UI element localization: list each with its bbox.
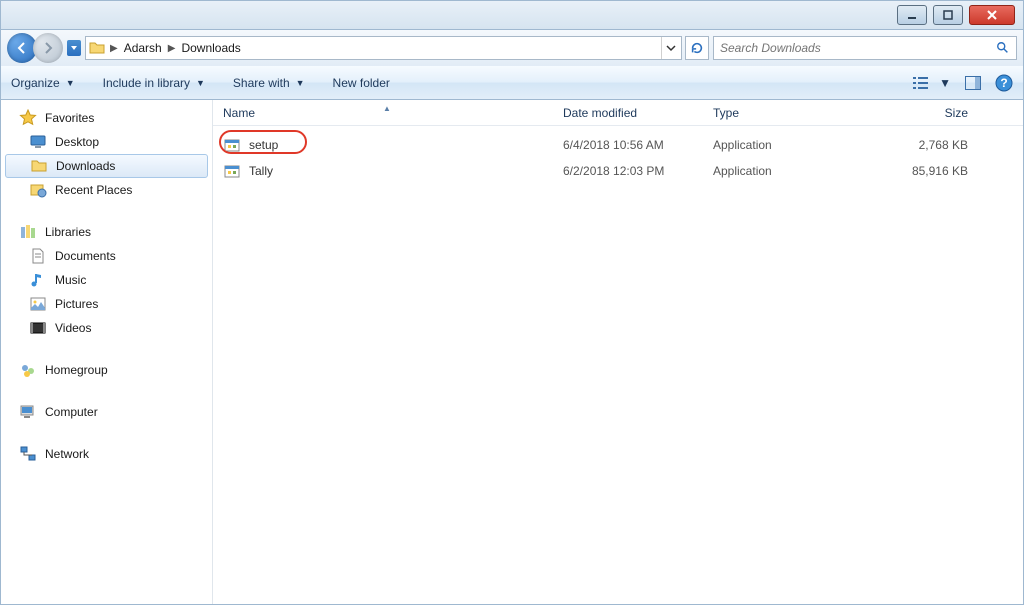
- sidebar-item-pictures[interactable]: Pictures: [1, 292, 212, 316]
- libraries-header[interactable]: Libraries: [1, 220, 212, 244]
- breadcrumb-segment[interactable]: Downloads: [179, 41, 242, 55]
- address-bar[interactable]: ▶ Adarsh ▶ Downloads: [85, 36, 682, 60]
- navigation-pane: Favorites Desktop Downloads Recent Place…: [1, 100, 213, 604]
- minimize-button[interactable]: [897, 5, 927, 25]
- window-titlebar: [0, 0, 1024, 30]
- column-header-date[interactable]: Date modified: [553, 106, 703, 120]
- sidebar-item-downloads[interactable]: Downloads: [5, 154, 208, 178]
- share-with-menu[interactable]: Share with ▼: [233, 76, 305, 90]
- breadcrumb-segment[interactable]: Adarsh: [122, 41, 164, 55]
- include-label: Include in library: [103, 76, 190, 90]
- sidebar-item-label: Desktop: [55, 135, 99, 149]
- file-row[interactable]: Tally 6/2/2018 12:03 PM Application 85,9…: [213, 158, 1023, 184]
- share-label: Share with: [233, 76, 290, 90]
- recent-icon: [29, 181, 47, 199]
- network-icon: [19, 445, 37, 463]
- file-size: 2,768 KB: [858, 138, 978, 152]
- sort-ascending-icon: ▲: [383, 104, 391, 113]
- address-dropdown-button[interactable]: [661, 37, 679, 59]
- application-icon: [223, 162, 241, 180]
- search-icon: [996, 41, 1010, 55]
- new-folder-button[interactable]: New folder: [333, 76, 390, 90]
- file-name: Tally: [249, 164, 273, 178]
- chevron-down-icon: ▼: [196, 78, 205, 88]
- svg-text:?: ?: [1000, 76, 1007, 90]
- chevron-down-icon: ▼: [296, 78, 305, 88]
- favorites-header[interactable]: Favorites: [1, 106, 212, 130]
- file-type: Application: [703, 138, 858, 152]
- new-folder-label: New folder: [333, 76, 390, 90]
- music-icon: [29, 271, 47, 289]
- recent-locations-button[interactable]: [67, 40, 81, 56]
- sidebar-item-recent-places[interactable]: Recent Places: [1, 178, 212, 202]
- videos-icon: [29, 319, 47, 337]
- breadcrumb-separator-icon: ▶: [168, 43, 176, 54]
- column-header-size[interactable]: Size: [858, 106, 978, 120]
- homegroup-icon: [19, 361, 37, 379]
- libraries-icon: [19, 223, 37, 241]
- sidebar-item-homegroup[interactable]: Homegroup: [1, 358, 212, 382]
- file-list: Name ▲ Date modified Type Size setup 6/4…: [213, 100, 1023, 604]
- preview-pane-button[interactable]: [965, 76, 981, 90]
- sidebar-item-network[interactable]: Network: [1, 442, 212, 466]
- file-type: Application: [703, 164, 858, 178]
- search-input[interactable]: [720, 41, 996, 55]
- file-date: 6/2/2018 12:03 PM: [553, 164, 703, 178]
- star-icon: [19, 109, 37, 127]
- sidebar-item-computer[interactable]: Computer: [1, 400, 212, 424]
- chevron-down-icon: ▼: [66, 78, 75, 88]
- chevron-down-icon: ▼: [939, 76, 951, 90]
- file-row[interactable]: setup 6/4/2018 10:56 AM Application 2,76…: [213, 132, 1023, 158]
- sidebar-item-music[interactable]: Music: [1, 268, 212, 292]
- view-options-button[interactable]: ▼: [913, 76, 951, 90]
- libraries-label: Libraries: [45, 225, 91, 239]
- application-icon: [223, 136, 241, 154]
- sidebar-item-label: Pictures: [55, 297, 98, 311]
- column-headers: Name ▲ Date modified Type Size: [213, 100, 1023, 126]
- forward-button[interactable]: [33, 33, 63, 63]
- organize-menu[interactable]: Organize ▼: [11, 76, 75, 90]
- sidebar-item-desktop[interactable]: Desktop: [1, 130, 212, 154]
- sidebar-item-label: Videos: [55, 321, 91, 335]
- sidebar-item-label: Network: [45, 447, 89, 461]
- file-name: setup: [249, 138, 278, 152]
- breadcrumb-separator-icon: ▶: [110, 43, 118, 54]
- file-size: 85,916 KB: [858, 164, 978, 178]
- folder-icon: [88, 39, 106, 57]
- sidebar-item-label: Computer: [45, 405, 98, 419]
- folder-icon: [30, 157, 48, 175]
- sidebar-item-documents[interactable]: Documents: [1, 244, 212, 268]
- sidebar-item-label: Music: [55, 273, 86, 287]
- file-date: 6/4/2018 10:56 AM: [553, 138, 703, 152]
- pictures-icon: [29, 295, 47, 313]
- organize-label: Organize: [11, 76, 60, 90]
- sidebar-item-videos[interactable]: Videos: [1, 316, 212, 340]
- refresh-button[interactable]: [685, 36, 709, 60]
- maximize-button[interactable]: [933, 5, 963, 25]
- navigation-bar: ▶ Adarsh ▶ Downloads: [0, 30, 1024, 66]
- column-header-type[interactable]: Type: [703, 106, 858, 120]
- close-button[interactable]: [969, 5, 1015, 25]
- search-box[interactable]: [713, 36, 1017, 60]
- help-button[interactable]: ?: [995, 74, 1013, 92]
- desktop-icon: [29, 133, 47, 151]
- sidebar-item-label: Homegroup: [45, 363, 108, 377]
- sidebar-item-label: Recent Places: [55, 183, 132, 197]
- favorites-label: Favorites: [45, 111, 94, 125]
- column-label: Name: [223, 106, 255, 120]
- column-header-name[interactable]: Name ▲: [213, 106, 553, 120]
- sidebar-item-label: Downloads: [56, 159, 115, 173]
- computer-icon: [19, 403, 37, 421]
- command-bar: Organize ▼ Include in library ▼ Share wi…: [0, 66, 1024, 100]
- sidebar-item-label: Documents: [55, 249, 116, 263]
- include-in-library-menu[interactable]: Include in library ▼: [103, 76, 205, 90]
- document-icon: [29, 247, 47, 265]
